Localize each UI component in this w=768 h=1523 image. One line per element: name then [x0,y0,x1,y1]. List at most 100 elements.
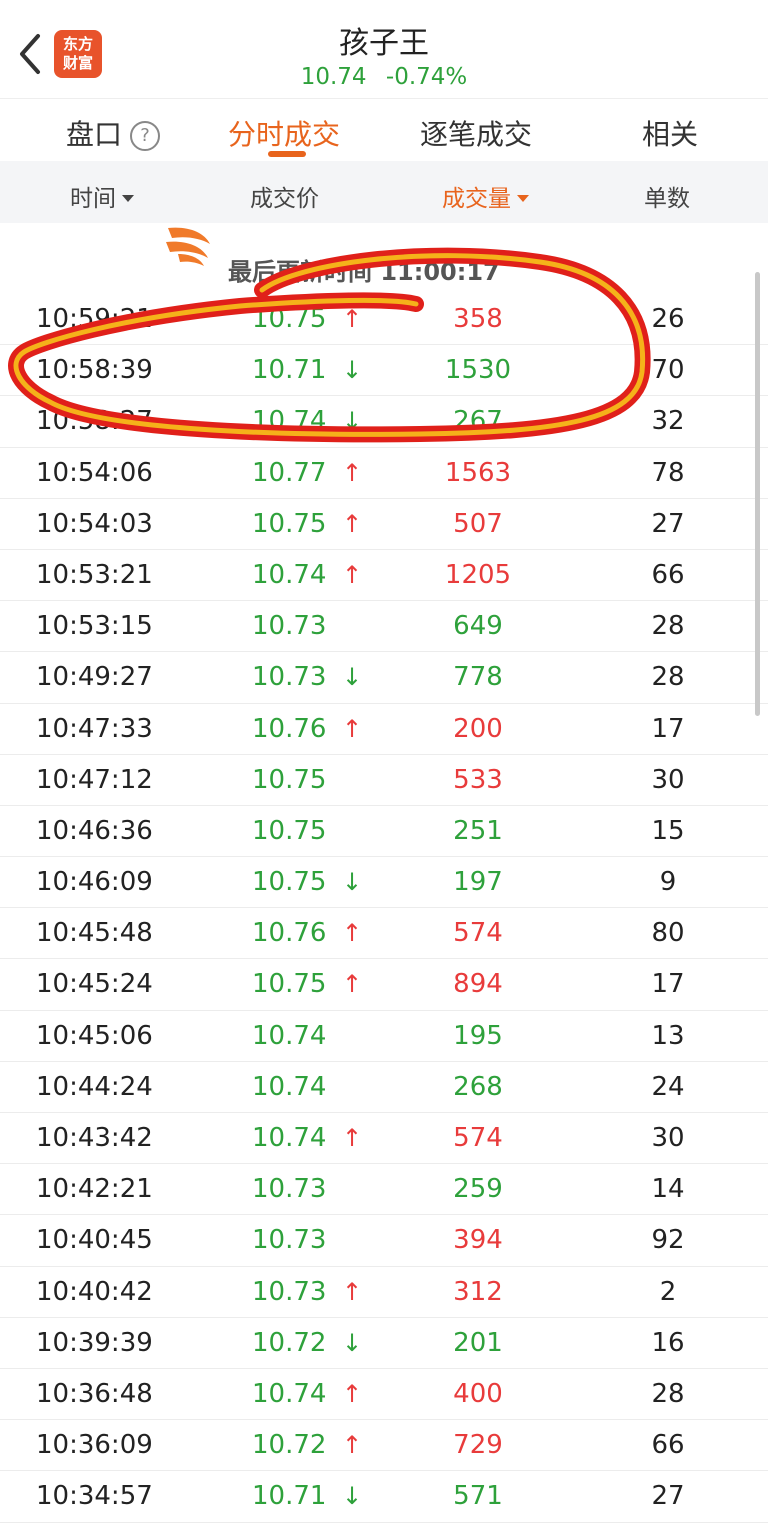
trade-price: 10.74 [252,1071,327,1102]
trade-volume: 251 [453,815,503,846]
trade-time: 10:47:33 [36,713,153,744]
tab-related[interactable]: 相关 [642,113,698,153]
tab-tick-trades[interactable]: 逐笔成交 [420,113,532,153]
trade-volume: 574 [453,918,503,949]
trade-price: 10.75 [252,304,327,334]
trade-row: 10:58:27 10.74 ↓ 267 32 [0,396,768,448]
trade-count: 27 [651,1481,685,1512]
trade-time: 10:45:48 [36,918,153,949]
trade-count: 17 [651,969,685,1000]
trade-time: 10:40:45 [36,1225,153,1256]
down-arrow-icon: ↓ [342,663,363,692]
trade-count: 30 [651,1123,685,1153]
trade-volume: 894 [453,969,503,1000]
trade-count: 92 [651,1225,685,1256]
trade-time: 10:34:57 [36,1481,153,1512]
trade-time: 10:53:15 [36,611,153,642]
up-arrow-icon: ↑ [342,970,363,999]
stock-quote: 10.74 -0.74% [0,64,768,90]
trade-row: 10:39:39 10.72 ↓ 201 16 [0,1318,768,1369]
up-arrow-icon: ↑ [342,1124,363,1152]
trade-count: 27 [651,508,685,539]
trade-time: 10:47:12 [36,764,153,795]
trade-count: 14 [651,1174,685,1205]
trade-time: 10:58:27 [36,406,153,437]
trade-price: 10.71 [252,355,327,386]
tab-time-trades[interactable]: 分时成交 [228,113,340,153]
scrollbar[interactable] [755,272,760,716]
trade-price: 10.75 [252,508,327,539]
trade-volume: 778 [453,662,503,693]
trade-price: 10.73 [252,1174,327,1205]
up-arrow-icon: ↑ [342,1431,363,1460]
trade-count: 30 [651,764,685,795]
trade-row: 10:49:27 10.73 ↓ 778 28 [0,652,768,704]
trade-row: 10:40:42 10.73 ↑ 312 2 [0,1267,768,1318]
trade-count: 78 [651,457,685,488]
col-time-sort[interactable]: 时间 [70,179,134,213]
col-price-label: 成交价 [250,186,319,212]
trade-volume: 507 [453,508,503,539]
up-arrow-icon: ↑ [342,714,363,743]
trade-time: 10:36:48 [36,1378,153,1409]
trade-count: 17 [651,713,685,744]
trade-time: 10:59:21 [36,304,153,334]
active-tab-indicator [268,151,306,157]
help-icon[interactable]: ? [130,121,161,151]
trade-volume: 394 [453,1225,503,1256]
trade-count: 28 [651,662,685,693]
trade-count: 24 [651,1071,685,1102]
column-header-bar: 时间 成交价 成交量 单数 [0,161,768,223]
refresh-logo-icon [166,227,210,266]
trade-count: 15 [651,815,685,846]
trade-price: 10.75 [252,764,327,795]
col-time-label: 时间 [70,186,116,212]
trade-row: 10:45:06 10.74 195 13 [0,1011,768,1062]
tab-bar: 盘口? 分时成交 逐笔成交 相关 [0,98,768,162]
trade-volume: 1205 [444,559,512,590]
trade-volume: 358 [453,304,503,334]
trade-price: 10.74 [252,1020,327,1051]
trade-price: 10.73 [252,1276,327,1307]
up-arrow-icon: ↑ [342,305,363,333]
trade-volume: 533 [453,764,503,795]
trade-price: 10.76 [252,713,327,744]
trade-volume: 1563 [444,457,512,488]
tab-order-book[interactable]: 盘口? [66,113,161,153]
trade-price: 10.71 [252,1481,327,1512]
down-arrow-icon: ↓ [342,1482,363,1511]
trade-row: 10:40:45 10.73 394 92 [0,1215,768,1267]
trade-price: 10.73 [252,1225,327,1256]
col-volume-sort[interactable]: 成交量 [442,179,529,213]
trade-count: 70 [651,355,685,386]
trade-count: 9 [659,867,677,898]
up-arrow-icon: ↑ [342,458,363,487]
trade-time: 10:45:06 [36,1020,153,1051]
sort-caret-icon [122,195,134,202]
trade-price: 10.74 [252,1378,327,1409]
trade-volume: 1530 [444,355,512,386]
trade-list[interactable]: 10:59:21 10.75 ↑ 358 26 10:58:39 10.71 ↓ 1530 70 1… [0,294,768,1523]
sort-caret-icon [517,195,529,202]
trade-count: 13 [651,1020,685,1051]
trade-time: 10:44:24 [36,1071,153,1102]
trade-count: 28 [651,611,685,642]
down-arrow-icon: ↓ [342,1328,363,1357]
trade-price: 10.74 [252,559,327,590]
trade-row: 10:46:09 10.75 ↓ 197 9 [0,857,768,909]
app-header: 东方 财富 孩子王 10.74 -0.74% [0,0,768,98]
trade-count: 28 [651,1378,685,1409]
trade-time: 10:43:42 [36,1123,153,1153]
trade-row: 10:54:06 10.77 ↑ 1563 78 [0,448,768,499]
trade-volume: 197 [453,867,503,898]
down-arrow-icon: ↓ [342,356,363,385]
trade-time: 10:36:09 [36,1430,153,1461]
trade-volume: 268 [453,1071,503,1102]
trade-volume: 649 [453,611,503,642]
trade-price: 10.75 [252,815,327,846]
trade-row: 10:59:21 10.75 ↑ 358 26 [0,294,768,346]
trade-time: 10:40:42 [36,1276,153,1307]
down-arrow-icon: ↓ [342,407,363,436]
trade-time: 10:54:06 [36,457,153,488]
trade-volume: 267 [453,406,503,437]
